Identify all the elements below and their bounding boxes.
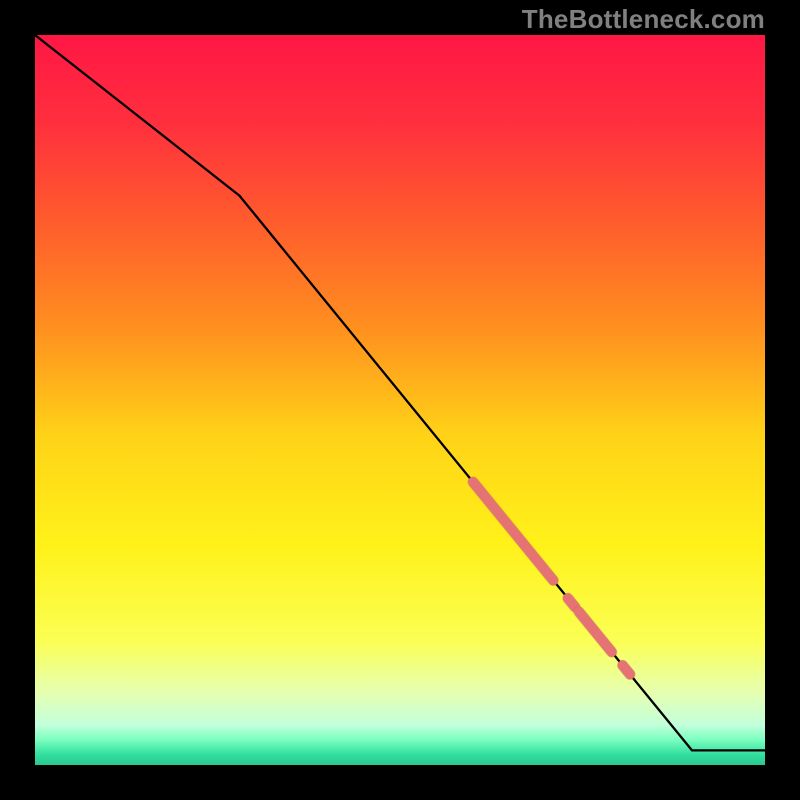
plot-area [35,35,765,765]
plot-svg [35,35,765,765]
highlight-pill [623,665,630,674]
highlight-pill [568,598,575,607]
gradient-bg [35,35,765,765]
attribution-text-overlay: TheBottleneck.com [522,4,765,35]
frame-left [0,0,35,800]
frame-right [765,0,800,800]
chart-stage: TheBottleneck.com TheBottleneck.com [0,0,800,800]
frame-bottom [0,765,800,800]
